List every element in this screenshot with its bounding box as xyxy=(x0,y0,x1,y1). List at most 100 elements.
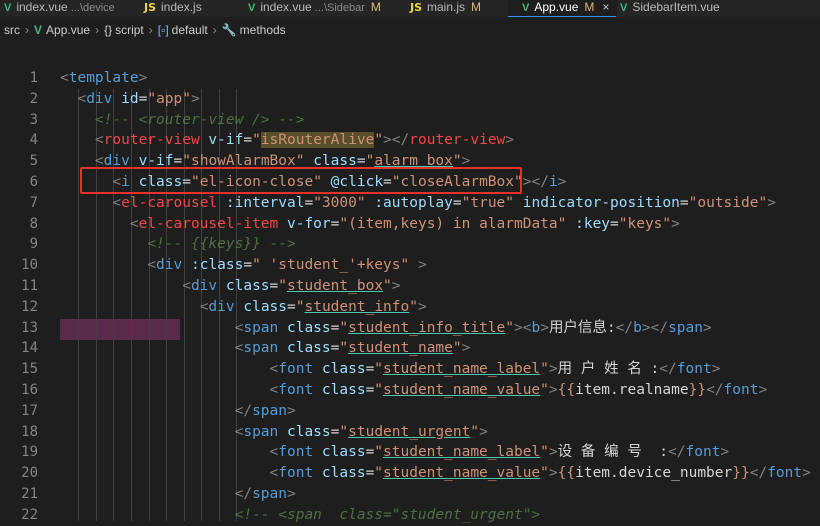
breadcrumb-script[interactable]: script xyxy=(115,23,144,37)
code-line[interactable]: <div id="app"> xyxy=(60,89,200,110)
code-token: </ xyxy=(615,319,634,336)
code-token: < xyxy=(269,444,279,461)
close-icon[interactable]: × xyxy=(602,0,609,14)
code-token: student_name xyxy=(348,340,453,357)
code-token: > xyxy=(191,90,200,107)
code-line[interactable]: </span> xyxy=(60,484,296,505)
code-line[interactable]: <span class="student_urgent"> xyxy=(60,422,488,443)
code-line[interactable]: <el-carousel :interval="3000" :autoplay=… xyxy=(60,193,776,214)
code-token: " xyxy=(374,444,384,461)
code-token: " xyxy=(374,132,384,149)
code-token: el-carousel xyxy=(121,194,218,211)
variable-icon: [▫] xyxy=(157,23,169,37)
code-token: = xyxy=(452,194,462,211)
code-line[interactable]: <!-- <router-view /> --> xyxy=(60,110,305,131)
code-line[interactable]: <span class="student_info_title"><b>用户信息… xyxy=(60,318,712,339)
code-token: font xyxy=(278,444,314,461)
code-token: :autoplay xyxy=(365,194,453,211)
breadcrumb-file[interactable]: App.vue xyxy=(46,23,90,37)
code-token: class xyxy=(278,423,331,440)
breadcrumb-methods[interactable]: methods xyxy=(240,23,286,37)
code-token: item.device_number xyxy=(575,465,733,482)
code-line[interactable]: <template> xyxy=(60,68,147,89)
code-token: i xyxy=(548,174,558,190)
tab-2[interactable]: JS index.js xyxy=(144,0,202,17)
code-line[interactable]: <span class="student_name"> xyxy=(60,338,471,359)
breadcrumb-folder[interactable]: src xyxy=(4,23,20,37)
code-token: font xyxy=(278,361,314,378)
code-token: b xyxy=(531,319,541,336)
code-token: = xyxy=(243,257,253,274)
braces-icon: {} xyxy=(104,23,113,37)
code-area[interactable]: <template> <div id="app"> <!-- <router-v… xyxy=(0,43,820,523)
code-line[interactable]: <font class="student_name_value">{{item.… xyxy=(60,380,768,401)
code-line[interactable]: <font class="student_name_label">用 户 姓 名… xyxy=(60,359,721,380)
tab-label: main.js xyxy=(427,0,466,14)
code-token: student_info_title xyxy=(348,319,506,336)
code-line[interactable]: <!-- <span class="student_urgent"> xyxy=(60,505,541,526)
code-token: </ xyxy=(234,402,253,419)
chevron-right-icon: › xyxy=(95,23,100,37)
code-editor[interactable]: 1 2 3 4 5 6 7 8 9 10 11 12 13 14 15 16 17 18 19 20 21 22 <tem… xyxy=(0,43,820,523)
code-token: class xyxy=(313,382,366,398)
code-line[interactable]: <!-- {{keys}} --> xyxy=(60,234,296,255)
code-token: b xyxy=(633,319,642,336)
code-token: < xyxy=(60,70,69,86)
code-token: isRouterAlive xyxy=(260,132,375,149)
code-token: router-view xyxy=(103,132,200,149)
code-token: = xyxy=(679,194,689,211)
code-token: }} xyxy=(688,382,707,398)
code-token: font xyxy=(767,465,803,482)
code-token: < xyxy=(77,90,87,107)
code-token: " xyxy=(383,278,392,294)
code-token: = xyxy=(365,444,375,461)
code-token: 用户信息: xyxy=(548,319,616,336)
code-line[interactable]: <div class="student_info"> xyxy=(60,297,427,318)
code-token: font xyxy=(723,382,759,398)
chevron-right-icon: › xyxy=(212,23,217,37)
code-token: " xyxy=(374,465,384,482)
breadcrumb-default[interactable]: default xyxy=(172,23,208,37)
code-line[interactable]: </span> xyxy=(60,401,296,422)
tab-5[interactable]: V App.vue M × xyxy=(508,0,618,17)
tab-3[interactable]: Vindex.vue ...\Sidebar M xyxy=(248,0,381,17)
code-line[interactable]: <font class="student_name_value">{{item.… xyxy=(60,463,811,484)
code-token: > xyxy=(711,361,721,378)
code-token: > xyxy=(548,382,558,398)
code-line[interactable]: <font class="student_name_label">设 备 编 号… xyxy=(60,442,730,463)
code-line[interactable]: <router-view v-if="isRouterAlive"></rout… xyxy=(60,130,514,151)
tab-path: ...\Sidebar xyxy=(311,2,365,14)
code-token: font xyxy=(278,465,314,482)
code-token: > xyxy=(758,382,768,398)
code-token: = xyxy=(287,298,296,315)
code-token: > xyxy=(671,215,680,232)
code-token: "(item,keys) in alarmData" xyxy=(339,215,567,232)
tab-1[interactable]: Vindex.vue ...\device xyxy=(4,0,115,17)
code-token: span xyxy=(668,319,703,336)
code-token: " xyxy=(452,340,462,357)
chevron-right-icon: › xyxy=(25,23,29,37)
code-token: font xyxy=(685,444,721,461)
code-token: " xyxy=(540,465,549,482)
code-token: indicator-position xyxy=(514,194,680,211)
code-token: < xyxy=(269,382,279,398)
code-token: = xyxy=(610,215,619,232)
code-token: <!-- {{keys}} --> xyxy=(147,236,296,253)
vue-file-icon: V xyxy=(522,2,530,14)
tab-4[interactable]: JS main.js M xyxy=(410,0,481,17)
code-token: }} xyxy=(732,465,750,482)
code-token: = xyxy=(365,361,375,378)
code-line[interactable]: <div class="student_box"> xyxy=(60,276,400,297)
code-token: :interval xyxy=(217,194,305,211)
code-token: " xyxy=(540,361,549,378)
tab-6[interactable]: V SidebarItem.vue xyxy=(620,0,720,17)
code-line[interactable]: <el-carousel-item v-for = "(item,keys) in … xyxy=(60,214,680,235)
code-line[interactable]: <div :class=" 'student_'+keys" > xyxy=(60,255,426,276)
code-token: > xyxy=(417,298,427,315)
modified-badge: M xyxy=(370,0,381,14)
